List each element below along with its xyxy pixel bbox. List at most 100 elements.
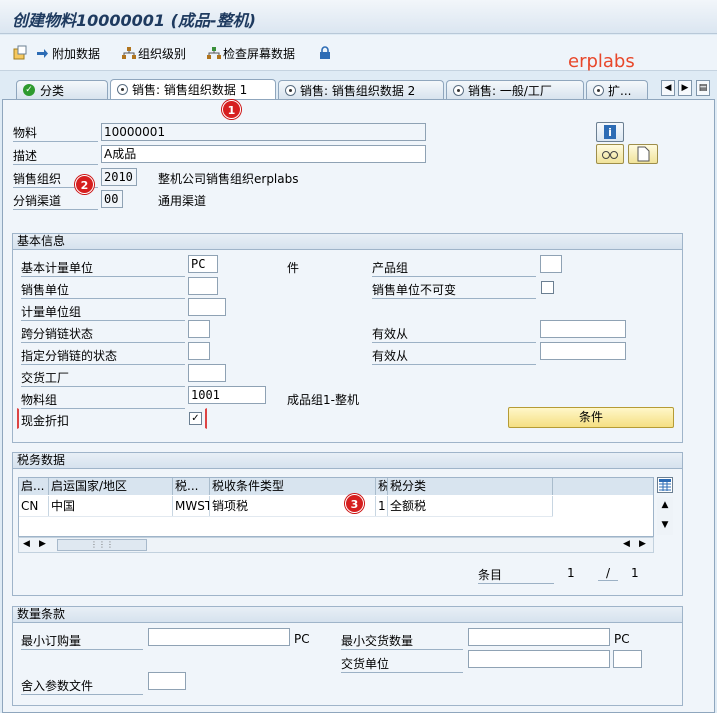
table-row-empty xyxy=(19,516,553,536)
xdist-status-field[interactable] xyxy=(188,320,210,338)
window-title: 创建物料10000001 (成品-整机) xyxy=(12,11,256,30)
min-order-qty-unit: PC xyxy=(294,632,310,646)
sales-unit-fixed-checkbox[interactable] xyxy=(541,281,554,294)
check-hierarchy-icon xyxy=(207,46,221,60)
material-group-field[interactable]: 1001 xyxy=(188,386,266,404)
conditions-button[interactable]: 条件 xyxy=(508,407,674,428)
scroll-down-icon[interactable]: ▼ xyxy=(657,517,673,533)
entries-total: 1 xyxy=(631,566,639,580)
dist-channel-text: 通用渠道 xyxy=(158,194,207,208)
document-icon[interactable] xyxy=(628,144,658,164)
scroll-up-icon[interactable]: ▲ xyxy=(657,497,673,513)
additional-data-button[interactable]: 附加数据 xyxy=(36,44,100,62)
radio-icon xyxy=(285,84,296,96)
sales-unit-fixed-label: 销售单位不可变 xyxy=(372,281,536,299)
material-group-label: 物料组 xyxy=(21,391,185,409)
xdist-status-label: 跨分销链状态 xyxy=(21,325,185,343)
description-field[interactable]: A成品 xyxy=(101,145,426,163)
column-header[interactable]: 启运国家/地区 xyxy=(49,478,173,495)
tab-classification[interactable]: ✓ 分类 xyxy=(16,80,108,99)
material-field[interactable]: 10000001 xyxy=(101,123,426,141)
arrow-right-icon xyxy=(36,47,49,60)
tab-sales-general-plant[interactable]: 销售: 一般/工厂 xyxy=(446,80,584,99)
org-levels-button[interactable]: 组织级别 xyxy=(122,44,186,62)
scroll-left-icon[interactable]: ◀ xyxy=(23,539,30,549)
radio-icon xyxy=(117,84,128,95)
annotation-badge-3: 3 xyxy=(345,494,364,513)
column-header[interactable]: 税... xyxy=(173,478,210,495)
dist-status-field[interactable] xyxy=(188,342,210,360)
sales-org-text: 整机公司销售组织erplabs xyxy=(158,172,299,186)
column-header[interactable]: 启... xyxy=(19,478,49,495)
quantity-stipulations-title: 数量条款 xyxy=(13,607,682,623)
glasses-icon[interactable] xyxy=(596,144,624,164)
product-group-field[interactable] xyxy=(540,255,562,273)
table-cell[interactable]: 中国 xyxy=(49,496,173,516)
valid-from-label-1: 有效从 xyxy=(372,325,536,343)
column-header[interactable]: 税 xyxy=(376,478,388,495)
cash-discount-checkbox[interactable]: ✓ xyxy=(189,412,202,425)
valid-from-field-2[interactable] xyxy=(540,342,626,360)
sales-org-field[interactable]: 2010 xyxy=(101,168,137,186)
table-cell[interactable]: 全额税 xyxy=(388,496,553,516)
column-header[interactable]: 税收条件类型 xyxy=(210,478,376,495)
table-settings-icon[interactable] xyxy=(657,477,673,493)
entries-current: 1 xyxy=(567,566,575,580)
lock-icon[interactable] xyxy=(319,44,331,62)
radio-icon xyxy=(453,84,464,96)
cash-discount-label: 现金折扣 xyxy=(21,414,70,428)
basic-info-title: 基本信息 xyxy=(13,234,682,250)
additional-data-label: 附加数据 xyxy=(52,46,101,61)
min-order-qty-label: 最小订购量 xyxy=(21,632,143,650)
sales-unit-field[interactable] xyxy=(188,277,218,295)
vertical-scrollbar[interactable]: ▲ ▼ xyxy=(657,497,673,535)
valid-from-field-1[interactable] xyxy=(540,320,626,338)
check-icon: ✓ xyxy=(23,84,35,96)
org-levels-label: 组织级别 xyxy=(138,46,187,61)
base-uom-field[interactable]: PC xyxy=(188,255,218,273)
table-cell[interactable]: 1 xyxy=(376,496,388,516)
tab-scroll-left-icon[interactable]: ◀ xyxy=(661,80,675,96)
table-cell[interactable]: MWST xyxy=(173,496,210,516)
horizontal-scrollbar[interactable]: ◀ ▶ ⋮⋮⋮ ◀ ▶ xyxy=(18,537,654,553)
tab-label: 扩... xyxy=(608,83,632,98)
rounding-profile-field[interactable] xyxy=(148,672,186,690)
tab-sales-org-data-2[interactable]: 销售: 销售组织数据 2 xyxy=(278,80,444,99)
scroll-left-end-icon[interactable]: ◀ xyxy=(623,539,630,549)
delivery-unit-uom-field[interactable] xyxy=(613,650,642,668)
uom-group-label: 计量单位组 xyxy=(21,303,185,321)
scroll-thumb[interactable]: ⋮⋮⋮ xyxy=(57,539,147,551)
tab-scroll-right-icon[interactable]: ▶ xyxy=(678,80,692,96)
table-cell[interactable]: CN xyxy=(19,496,49,516)
info-icon[interactable]: i xyxy=(596,122,624,142)
column-header[interactable]: 税分类 xyxy=(388,478,553,495)
tax-data-title: 税务数据 xyxy=(13,453,682,469)
check-screen-data-button[interactable]: 检查屏幕数据 xyxy=(207,44,295,62)
description-label: 描述 xyxy=(13,147,98,165)
delivery-unit-field[interactable] xyxy=(468,650,610,668)
brand-watermark: erplabs xyxy=(568,51,635,72)
check-screen-data-label: 检查屏幕数据 xyxy=(223,46,296,61)
min-delivery-qty-field[interactable] xyxy=(468,628,610,646)
tab-label: 分类 xyxy=(40,83,65,98)
create-icon[interactable] xyxy=(12,44,28,62)
org-hierarchy-icon xyxy=(122,46,136,60)
delivery-unit-label: 交货单位 xyxy=(341,655,463,673)
min-order-qty-field[interactable] xyxy=(148,628,290,646)
column-header-empty xyxy=(553,478,653,495)
delivering-plant-label: 交货工厂 xyxy=(21,369,185,387)
tab-more[interactable]: 扩... xyxy=(586,80,648,99)
dist-channel-field[interactable]: 00 xyxy=(101,190,123,208)
tab-list-icon[interactable]: ▤ xyxy=(696,80,710,96)
scroll-right-icon[interactable]: ▶ xyxy=(39,539,46,549)
dist-status-label: 指定分销链的状态 xyxy=(21,347,185,365)
annotation-badge-2: 2 xyxy=(75,175,94,194)
entries-separator: / xyxy=(598,566,618,581)
tab-sales-org-data-1[interactable]: 销售: 销售组织数据 1 xyxy=(110,79,276,99)
tab-label: 销售: 销售组织数据 1 xyxy=(132,83,248,97)
base-uom-text: 件 xyxy=(287,261,300,275)
uom-group-field[interactable] xyxy=(188,298,226,316)
entries-label: 条目 xyxy=(478,566,554,584)
scroll-right-end-icon[interactable]: ▶ xyxy=(639,539,646,549)
delivering-plant-field[interactable] xyxy=(188,364,226,382)
